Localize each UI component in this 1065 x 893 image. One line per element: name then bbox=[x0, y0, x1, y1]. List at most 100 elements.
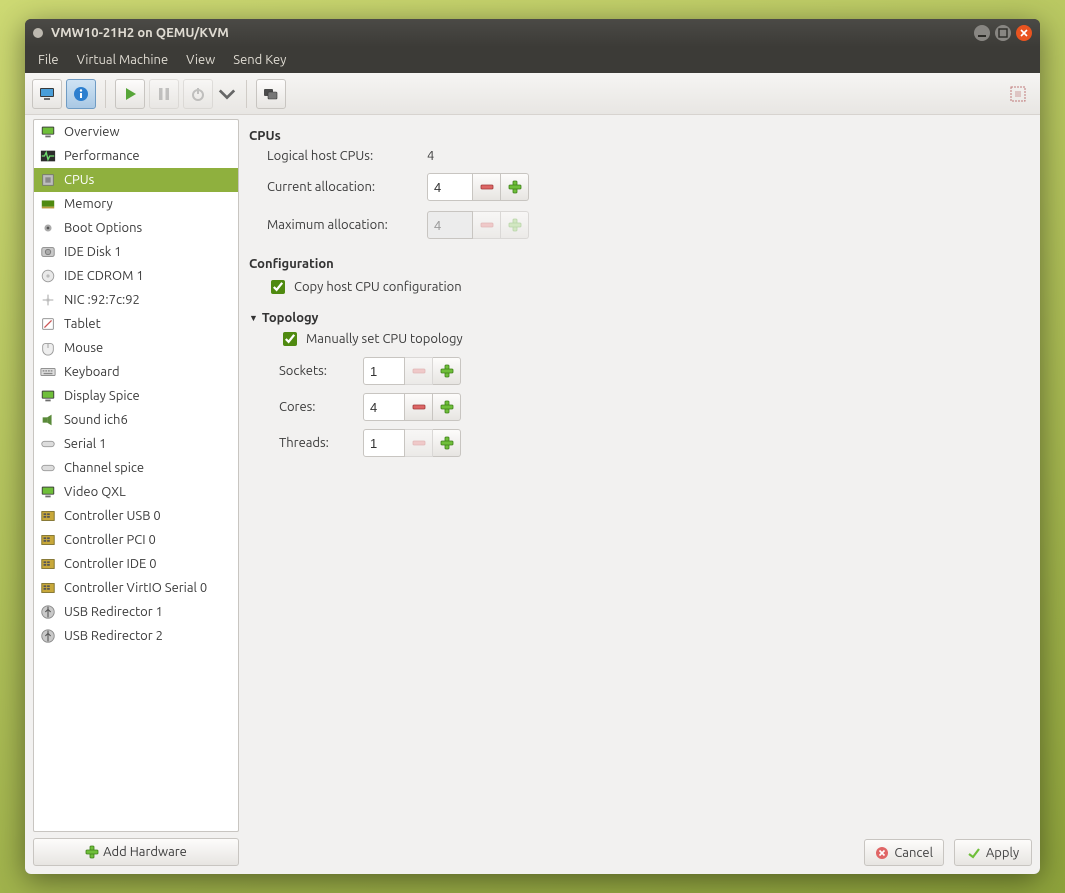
menu-view[interactable]: View bbox=[177, 50, 224, 70]
sidebar-item-label: Mouse bbox=[64, 341, 103, 355]
sidebar-item-controller-pci-0[interactable]: Controller PCI 0 bbox=[34, 528, 238, 552]
menu-send-key[interactable]: Send Key bbox=[224, 50, 295, 70]
cores-stepper bbox=[363, 393, 523, 421]
sidebar-item-label: CPUs bbox=[64, 173, 94, 187]
sidebar-item-serial-1[interactable]: Serial 1 bbox=[34, 432, 238, 456]
sidebar-item-performance[interactable]: Performance bbox=[34, 144, 238, 168]
serial-icon bbox=[38, 435, 58, 453]
sidebar-item-label: Controller VirtIO Serial 0 bbox=[64, 581, 207, 595]
hdd-icon bbox=[38, 243, 58, 261]
window-close-button[interactable] bbox=[1016, 25, 1032, 41]
tablet-icon bbox=[38, 315, 58, 333]
window-title: VMW10-21H2 on QEMU/KVM bbox=[51, 26, 229, 40]
current-allocation-increment[interactable] bbox=[501, 173, 529, 201]
sidebar-item-display-spice[interactable]: Display Spice bbox=[34, 384, 238, 408]
sidebar-item-boot-options[interactable]: Boot Options bbox=[34, 216, 238, 240]
plus-icon bbox=[85, 845, 99, 859]
logical-host-cpus-value: 4 bbox=[427, 149, 607, 163]
section-topology-title: Topology bbox=[262, 311, 319, 325]
sockets-increment[interactable] bbox=[433, 357, 461, 385]
toolbar-info-button[interactable] bbox=[66, 79, 96, 109]
main-panel: CPUs Logical host CPUs: 4 Current alloca… bbox=[247, 119, 1032, 866]
sidebar-item-ide-disk-1[interactable]: IDE Disk 1 bbox=[34, 240, 238, 264]
sidebar-item-controller-ide-0[interactable]: Controller IDE 0 bbox=[34, 552, 238, 576]
fullscreen-icon bbox=[1009, 85, 1027, 103]
manual-topology-checkbox-row[interactable]: Manually set CPU topology bbox=[279, 329, 1030, 349]
sidebar-item-ide-cdrom-1[interactable]: IDE CDROM 1 bbox=[34, 264, 238, 288]
sidebar-item-tablet[interactable]: Tablet bbox=[34, 312, 238, 336]
toolbar-play-button[interactable] bbox=[115, 79, 145, 109]
chevron-down-icon: ▼ bbox=[249, 313, 258, 323]
window-minimize-button[interactable] bbox=[974, 25, 990, 41]
sidebar-item-controller-usb-0[interactable]: Controller USB 0 bbox=[34, 504, 238, 528]
toolbar-power-menu-button[interactable] bbox=[217, 79, 237, 109]
sidebar-item-label: Boot Options bbox=[64, 221, 142, 235]
monitor-icon bbox=[38, 123, 58, 141]
menu-virtual-machine[interactable]: Virtual Machine bbox=[68, 50, 178, 70]
button-bar: Cancel Apply bbox=[864, 839, 1032, 866]
manual-topology-label: Manually set CPU topology bbox=[306, 332, 463, 346]
current-allocation-label: Current allocation: bbox=[267, 180, 427, 194]
add-hardware-button[interactable]: Add Hardware bbox=[33, 838, 239, 866]
cores-decrement[interactable] bbox=[405, 393, 433, 421]
cores-increment[interactable] bbox=[433, 393, 461, 421]
apply-icon bbox=[967, 846, 981, 860]
window-maximize-button[interactable] bbox=[995, 25, 1011, 41]
titlebar-dot bbox=[33, 28, 43, 38]
ctrl-icon bbox=[38, 531, 58, 549]
sidebar-item-video-qxl[interactable]: Video QXL bbox=[34, 480, 238, 504]
apply-button[interactable]: Apply bbox=[954, 839, 1032, 866]
sidebar-item-label: Performance bbox=[64, 149, 140, 163]
pause-icon bbox=[155, 85, 173, 103]
cancel-icon bbox=[875, 846, 889, 860]
threads-label: Threads: bbox=[279, 436, 355, 450]
toolbar bbox=[25, 73, 1040, 115]
sidebar-item-nic-92-7c-92[interactable]: NIC :92:7c:92 bbox=[34, 288, 238, 312]
sockets-label: Sockets: bbox=[279, 364, 355, 378]
toolbar-console-button[interactable] bbox=[32, 79, 62, 109]
cores-input[interactable] bbox=[363, 393, 405, 421]
toolbar-snapshots-button[interactable] bbox=[256, 79, 286, 109]
sidebar-item-label: Controller IDE 0 bbox=[64, 557, 157, 571]
topology-expander[interactable]: ▼ Topology bbox=[249, 311, 1030, 325]
info-icon bbox=[72, 85, 90, 103]
copy-host-cpu-label: Copy host CPU configuration bbox=[294, 280, 462, 294]
sidebar-item-cpus[interactable]: CPUs bbox=[34, 168, 238, 192]
copy-host-cpu-checkbox-row[interactable]: Copy host CPU configuration bbox=[267, 277, 1030, 297]
sidebar-item-mouse[interactable]: Mouse bbox=[34, 336, 238, 360]
sockets-decrement[interactable] bbox=[405, 357, 433, 385]
sockets-stepper bbox=[363, 357, 523, 385]
toolbar-power-button[interactable] bbox=[183, 79, 213, 109]
sidebar-item-channel-spice[interactable]: Channel spice bbox=[34, 456, 238, 480]
sidebar-item-usb-redirector-2[interactable]: USB Redirector 2 bbox=[34, 624, 238, 648]
nic-icon bbox=[38, 291, 58, 309]
sidebar-item-label: Controller PCI 0 bbox=[64, 533, 156, 547]
sockets-input[interactable] bbox=[363, 357, 405, 385]
sidebar-item-usb-redirector-1[interactable]: USB Redirector 1 bbox=[34, 600, 238, 624]
sidebar-item-keyboard[interactable]: Keyboard bbox=[34, 360, 238, 384]
maximum-allocation-stepper bbox=[427, 211, 607, 239]
ctrl-icon bbox=[38, 555, 58, 573]
usb-icon bbox=[38, 603, 58, 621]
mouse-icon bbox=[38, 339, 58, 357]
manual-topology-checkbox[interactable] bbox=[283, 332, 297, 346]
threads-input[interactable] bbox=[363, 429, 405, 457]
content-area: Overview Performance CPUs Memory Boot Option… bbox=[25, 73, 1040, 874]
menubar: File Virtual Machine View Send Key bbox=[25, 47, 1040, 73]
sidebar-item-sound-ich6[interactable]: Sound ich6 bbox=[34, 408, 238, 432]
copy-host-cpu-checkbox[interactable] bbox=[271, 280, 285, 294]
toolbar-pause-button[interactable] bbox=[149, 79, 179, 109]
sidebar-item-overview[interactable]: Overview bbox=[34, 120, 238, 144]
sidebar-item-memory[interactable]: Memory bbox=[34, 192, 238, 216]
threads-stepper bbox=[363, 429, 523, 457]
current-allocation-decrement[interactable] bbox=[473, 173, 501, 201]
threads-increment[interactable] bbox=[433, 429, 461, 457]
cancel-button[interactable]: Cancel bbox=[864, 839, 944, 866]
usb-icon bbox=[38, 627, 58, 645]
sidebar-item-controller-virtio-serial-0[interactable]: Controller VirtIO Serial 0 bbox=[34, 576, 238, 600]
menu-file[interactable]: File bbox=[29, 50, 68, 70]
threads-decrement[interactable] bbox=[405, 429, 433, 457]
toolbar-fullscreen-button[interactable] bbox=[1003, 79, 1033, 109]
current-allocation-input[interactable] bbox=[427, 173, 473, 201]
sidebar-item-label: Keyboard bbox=[64, 365, 120, 379]
